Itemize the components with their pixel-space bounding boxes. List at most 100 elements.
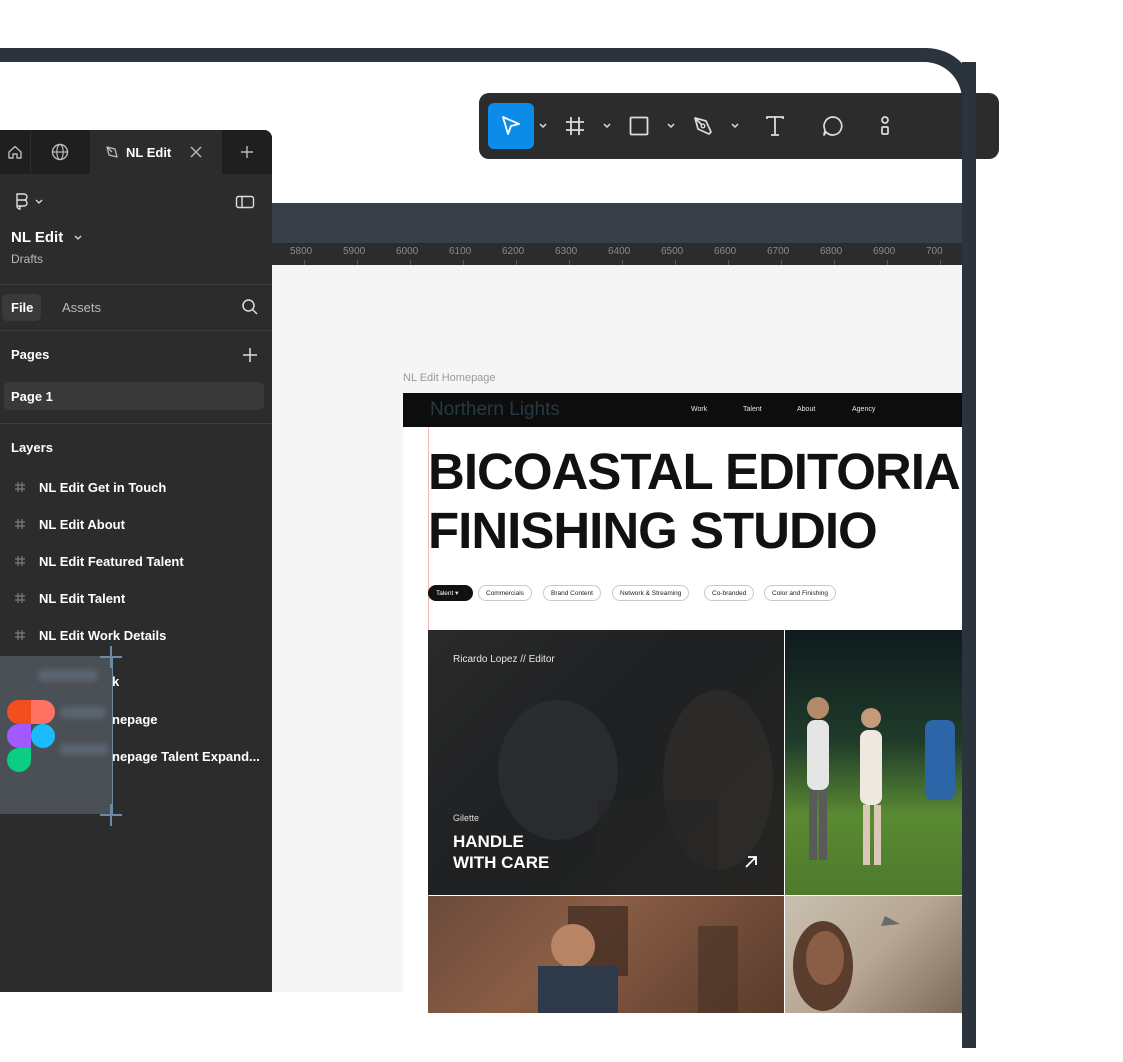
ruler-tick-label: 6800 (820, 246, 843, 257)
filter-pill-color-finishing: Color and Finishing (764, 585, 837, 601)
blurred-layer-text (60, 744, 108, 755)
comment-tool-button[interactable] (810, 103, 856, 149)
ruler-tick-label: 5800 (290, 246, 313, 257)
crosshair-icon (100, 646, 122, 668)
shape-tool-dropdown[interactable] (662, 103, 680, 149)
actions-icon (881, 116, 889, 135)
filter-pill-network-streaming: Network & Streaming (612, 585, 690, 601)
text-tool-button[interactable] (752, 103, 798, 149)
chevron-down-icon (731, 123, 739, 129)
site-logo: Northern Lights (430, 399, 560, 420)
pages-heading: Pages (11, 347, 50, 362)
actions-tool-button[interactable] (862, 103, 908, 149)
divider (0, 284, 272, 285)
nav-link-agency: Agency (852, 406, 876, 413)
layer-row[interactable]: NL Edit Work Details (0, 618, 272, 654)
blurred-layer-text (60, 707, 106, 718)
site-headline-line-2: FINISHING STUDIO (428, 502, 878, 559)
ruler-tick-label: 6500 (661, 246, 684, 257)
move-tool-button[interactable] (488, 103, 534, 149)
workshop-photo (428, 896, 784, 1013)
frame-icon (15, 556, 25, 566)
filter-pill-brand-content: Brand Content (543, 585, 601, 601)
divider (0, 423, 272, 424)
shape-tool-button[interactable] (616, 103, 662, 149)
frame-right-edge (962, 62, 976, 992)
arrow-up-right-icon (745, 856, 757, 868)
file-name[interactable]: NL Edit (11, 229, 63, 246)
filter-pill-talent: Talent ▾ (428, 585, 473, 601)
ruler-tick-label: 6200 (502, 246, 525, 257)
new-tab-button[interactable] (222, 130, 272, 174)
card-client: Gilette (453, 813, 480, 823)
ruler-tick-label: 6700 (767, 246, 790, 257)
pen-tool-button[interactable] (680, 103, 726, 149)
divider (0, 330, 272, 331)
move-tool-dropdown[interactable] (534, 103, 552, 149)
golf-photo-art (807, 697, 955, 865)
search-icon[interactable] (241, 298, 259, 316)
ruler-tick-label: 6000 (396, 246, 419, 257)
frame-tool-button[interactable] (552, 103, 598, 149)
ruler-tick-label: 6600 (714, 246, 737, 257)
layer-name: NL Edit Talent (39, 591, 126, 606)
portrait-photo (785, 896, 962, 1013)
filter-pill-co-branded: Co-branded (704, 585, 755, 601)
blurred-layer-text (38, 670, 98, 681)
ruler-tick-label: 6400 (608, 246, 631, 257)
chevron-down-icon[interactable] (34, 198, 44, 206)
layer-name: NL Edit Work Details (39, 628, 167, 643)
close-icon[interactable] (189, 145, 203, 159)
file-location[interactable]: Drafts (11, 252, 43, 266)
frame-icon (15, 630, 25, 640)
panel-toggle-icon[interactable] (235, 194, 255, 210)
page-item-label: Page 1 (11, 389, 53, 404)
frame-tool-dropdown[interactable] (598, 103, 616, 149)
layer-row[interactable]: NL Edit Featured Talent (0, 544, 272, 580)
layer-name: NL Edit About (39, 517, 125, 532)
portrait-photo-art (793, 916, 900, 1011)
tab-bar: NL Edit (0, 130, 272, 174)
card-title-line-2: WITH CARE (453, 853, 550, 872)
layer-name: nepage Talent Expand... (112, 749, 260, 764)
chevron-down-icon (667, 123, 675, 129)
site-headline-line-1: BICOASTAL EDITORIA (428, 443, 961, 500)
layer-row[interactable]: NL Edit Get in Touch (0, 470, 272, 506)
nav-link-talent: Talent (743, 406, 762, 413)
layer-name: NL Edit Featured Talent (39, 554, 184, 569)
figma-menu-icon[interactable] (12, 192, 30, 212)
layer-name: k (112, 674, 120, 689)
panel-tab-assets[interactable]: Assets (62, 300, 101, 315)
featured-card-photo: Ricardo Lopez // Editor Gilette HANDLE W… (428, 630, 784, 895)
layer-row[interactable]: NL Edit About (0, 507, 272, 543)
site-nav: Northern Lights Work Talent About Agency (403, 393, 962, 427)
layer-name: NL Edit Get in Touch (39, 480, 167, 495)
homepage-frame[interactable]: Northern Lights Work Talent About Agency… (403, 393, 962, 1013)
workshop-photo-art (538, 906, 738, 1013)
frame-icon (566, 117, 584, 135)
add-page-icon[interactable] (242, 347, 258, 363)
golf-photo (785, 630, 962, 895)
cursor-icon (502, 116, 520, 135)
frame-label[interactable]: NL Edit Homepage (403, 372, 496, 384)
tab-community[interactable] (30, 130, 91, 174)
tab-home[interactable] (0, 130, 31, 174)
ruler-tick-label: 5900 (343, 246, 366, 257)
panel-tab-file-label: File (11, 300, 34, 315)
left-panel: NL Edit NL Edit Drafts File Assets Pages… (0, 130, 272, 992)
layers-heading: Layers (11, 440, 53, 455)
pen-tool-dropdown[interactable] (726, 103, 744, 149)
ruler-tick-label: 6100 (449, 246, 472, 257)
globe-icon (51, 143, 69, 161)
nav-link-work: Work (691, 406, 708, 413)
frame-icon (15, 519, 25, 529)
layer-name: nepage (112, 712, 158, 727)
design-file-icon (106, 146, 118, 158)
horizontal-ruler: 5800 5900 6000 6100 6200 6300 6400 6500 6600 6700… (272, 243, 962, 266)
frame-icon (15, 482, 25, 492)
tab-nl-edit[interactable]: NL Edit (90, 130, 222, 174)
chevron-down-icon[interactable] (73, 234, 83, 242)
card-title-line-1: HANDLE (453, 832, 524, 851)
filter-pill-commercials: Commercials (478, 585, 532, 601)
layer-row[interactable]: NL Edit Talent (0, 581, 272, 617)
